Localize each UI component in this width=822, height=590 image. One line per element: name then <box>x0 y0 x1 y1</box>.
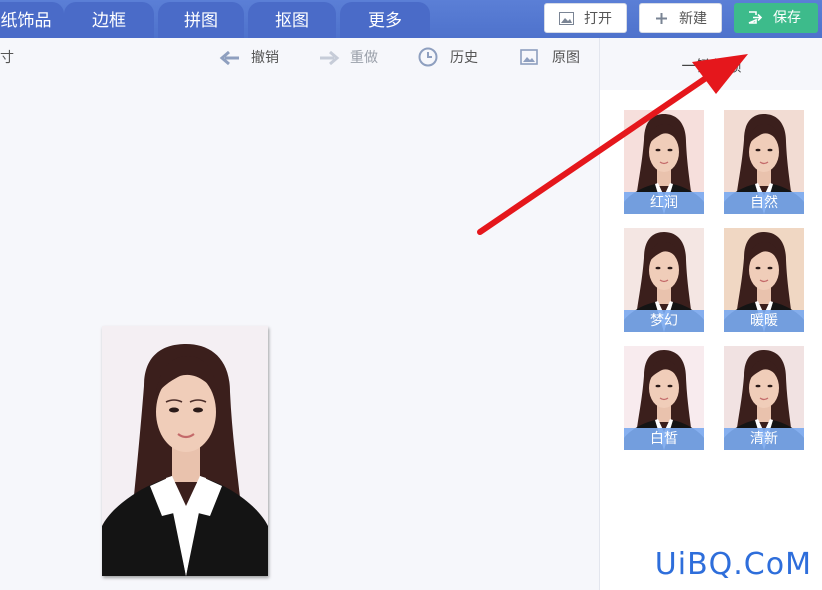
open-label: 打开 <box>584 11 612 27</box>
open-button[interactable]: 打开 <box>544 3 627 33</box>
preset-label: 白皙 <box>624 428 704 450</box>
tab-border[interactable]: 边框 <box>64 2 154 38</box>
arrow-right-icon <box>320 50 340 66</box>
tab-collage[interactable]: 拼图 <box>158 2 244 38</box>
export-icon <box>748 11 763 24</box>
redo-label: 重做 <box>350 50 378 66</box>
new-button[interactable]: 新建 <box>639 3 722 33</box>
undo-label: 撤销 <box>251 50 279 66</box>
preset-natural[interactable]: 自然 <box>724 110 804 214</box>
image-icon <box>559 12 574 25</box>
tab-cutout[interactable]: 抠图 <box>248 2 336 38</box>
new-label: 新建 <box>679 11 707 27</box>
panel-title: 一键美颜 <box>600 38 822 90</box>
portrait-image <box>102 326 268 576</box>
preset-label: 清新 <box>724 428 804 450</box>
preset-label: 红润 <box>624 192 704 214</box>
history-label: 历史 <box>450 50 478 66</box>
preset-label: 暖暖 <box>724 310 804 332</box>
preset-label: 梦幻 <box>624 310 704 332</box>
image-icon <box>520 49 538 65</box>
save-label: 保存 <box>773 10 801 26</box>
preset-fresh[interactable]: 清新 <box>724 346 804 450</box>
top-bar: 纸饰品 边框 拼图 抠图 更多 打开 新建 保存 <box>0 0 822 38</box>
preset-fair[interactable]: 白皙 <box>624 346 704 450</box>
original-label: 原图 <box>552 50 580 66</box>
preset-rosy[interactable]: 红润 <box>624 110 704 214</box>
watermark: UiBQ.CoM <box>654 547 812 582</box>
plus-icon <box>656 13 667 24</box>
preset-dreamy[interactable]: 梦幻 <box>624 228 704 332</box>
save-button[interactable]: 保存 <box>734 3 818 33</box>
preset-label: 自然 <box>724 192 804 214</box>
size-label[interactable]: 寸 <box>0 46 14 70</box>
clock-icon <box>418 47 438 67</box>
preset-warm[interactable]: 暖暖 <box>724 228 804 332</box>
arrow-left-icon <box>219 50 239 66</box>
tab-decorations[interactable]: 纸饰品 <box>0 2 64 38</box>
canvas-photo[interactable] <box>102 326 268 576</box>
tab-more[interactable]: 更多 <box>340 2 430 38</box>
